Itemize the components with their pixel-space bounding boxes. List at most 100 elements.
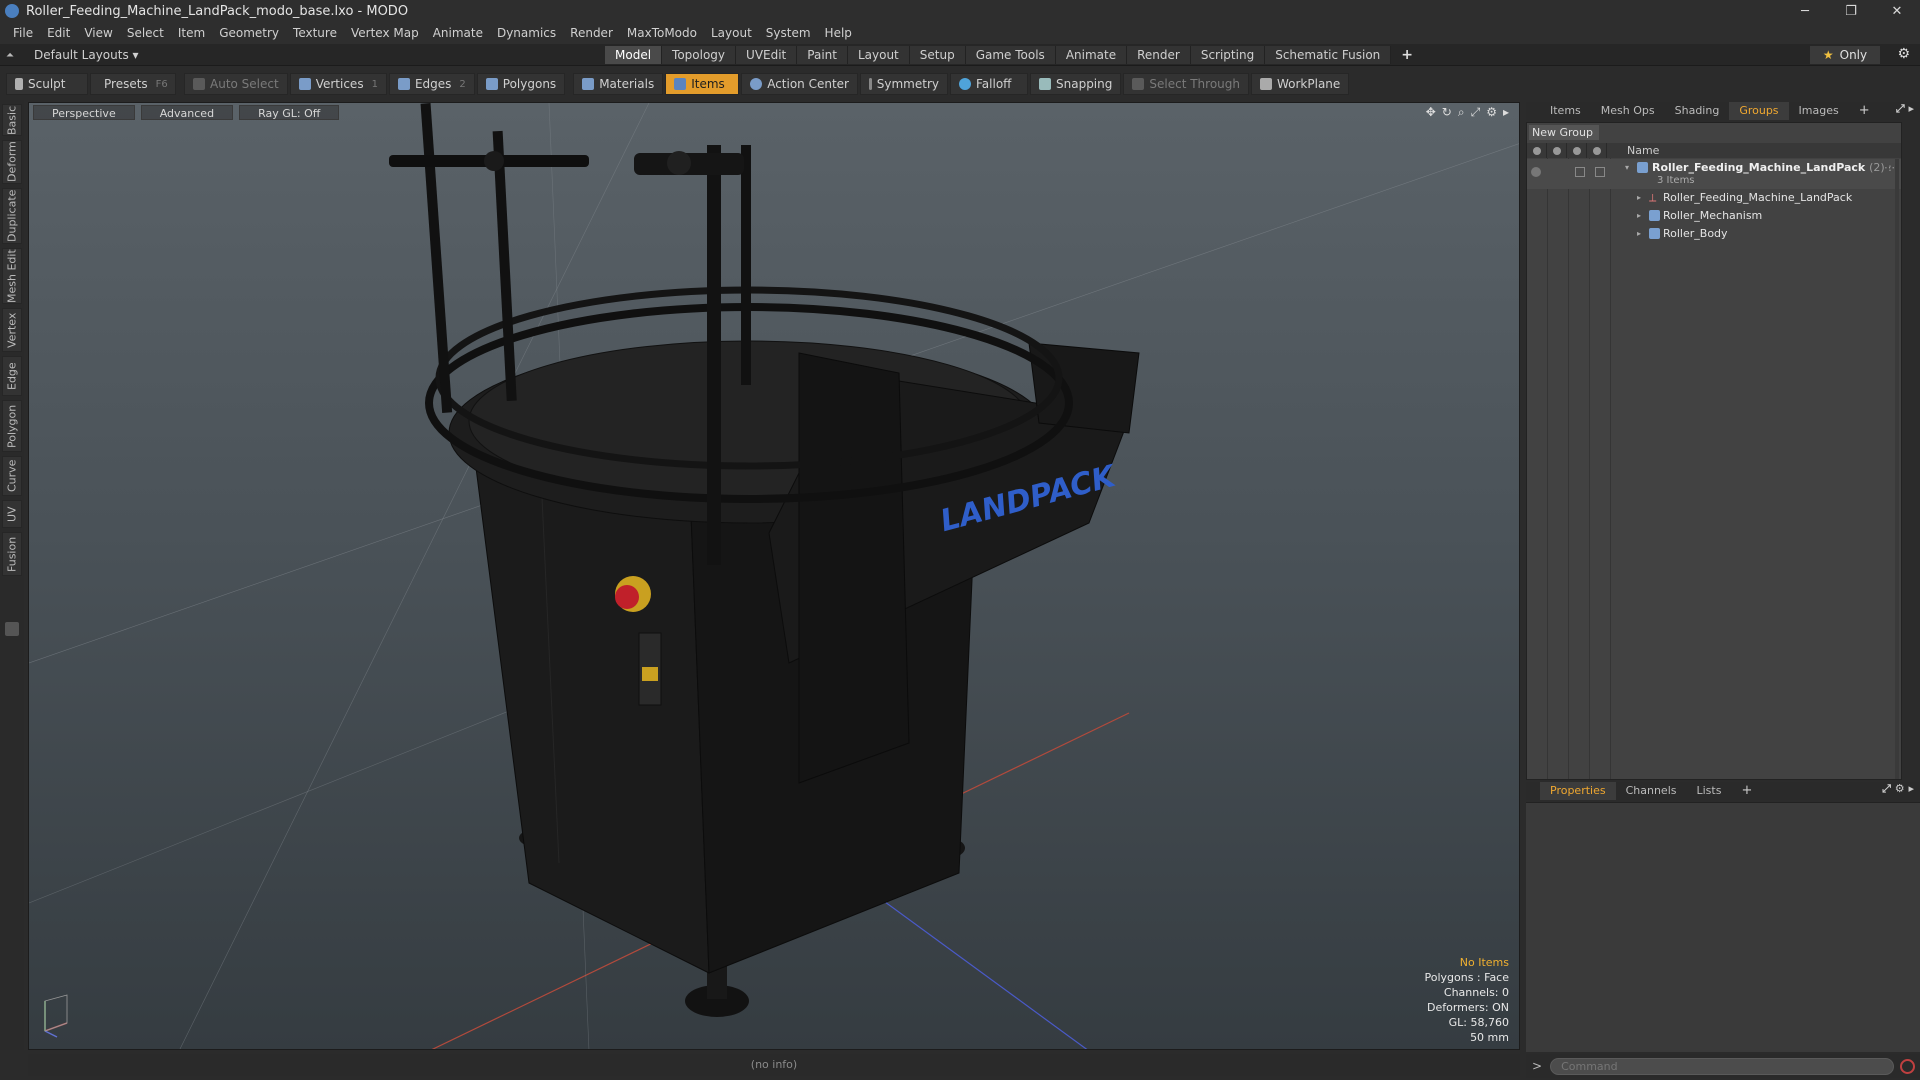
tab-mesh-ops[interactable]: Mesh Ops xyxy=(1591,102,1665,120)
lock-checkbox[interactable] xyxy=(1575,167,1585,177)
raygl-toggle[interactable]: Ray GL: Off xyxy=(239,105,340,120)
expand-triangle-icon[interactable]: ▸ xyxy=(1637,193,1641,202)
perspective-dropdown[interactable]: Perspective xyxy=(33,105,135,120)
tab-channels[interactable]: Channels xyxy=(1616,782,1687,800)
workplane-button[interactable]: WorkPlane xyxy=(1250,73,1350,95)
tree-item[interactable]: ▸ Roller_Body xyxy=(1527,225,1901,243)
rotate-icon[interactable]: ↻ xyxy=(1442,105,1452,120)
tab-scripting[interactable]: Scripting xyxy=(1190,46,1266,64)
tab-edge[interactable]: Edge xyxy=(2,356,22,396)
tab-paint[interactable]: Paint xyxy=(797,46,848,64)
pan-icon[interactable]: ✥ xyxy=(1426,105,1436,120)
command-input[interactable] xyxy=(1550,1057,1895,1075)
close-button[interactable]: ✕ xyxy=(1874,0,1920,22)
tab-shading[interactable]: Shading xyxy=(1665,102,1730,120)
expand-triangle-icon[interactable]: ▸ xyxy=(1637,229,1641,238)
menu-maxtomodo[interactable]: MaxToModo xyxy=(620,26,704,40)
collapse-arrow-icon[interactable]: ⏶ xyxy=(6,50,18,61)
tab-curve[interactable]: Curve xyxy=(2,456,22,496)
menu-render[interactable]: Render xyxy=(563,26,620,40)
menu-vertex-map[interactable]: Vertex Map xyxy=(344,26,426,40)
presets-button[interactable]: Presets F6 xyxy=(90,73,176,95)
menu-help[interactable]: Help xyxy=(818,26,859,40)
materials-button[interactable]: Materials xyxy=(573,73,664,95)
only-toggle[interactable]: ★ Only xyxy=(1810,46,1880,64)
menu-texture[interactable]: Texture xyxy=(286,26,344,40)
minimize-button[interactable]: ─ xyxy=(1782,0,1828,22)
tab-model[interactable]: Model xyxy=(605,46,663,64)
menu-select[interactable]: Select xyxy=(120,26,171,40)
visibility-column[interactable] xyxy=(1527,143,1547,158)
tab-items[interactable]: Items xyxy=(1540,102,1591,120)
render-column[interactable] xyxy=(1547,143,1567,158)
menu-geometry[interactable]: Geometry xyxy=(212,26,286,40)
new-group-button[interactable]: New Group xyxy=(1529,125,1599,140)
symmetry-button[interactable]: Symmetry xyxy=(860,73,948,95)
add-panel-tab-button[interactable]: + xyxy=(1849,102,1880,120)
tab-setup[interactable]: Setup xyxy=(909,46,966,64)
tab-uvedit[interactable]: UVEdit xyxy=(736,46,798,64)
menu-file[interactable]: File xyxy=(6,26,40,40)
maximize-viewport-icon[interactable]: ⤢ xyxy=(1471,105,1481,120)
properties-expand-icon[interactable]: ⤢ ⚙ ▸ xyxy=(1882,782,1914,796)
zoom-icon[interactable]: ⌕ xyxy=(1458,105,1465,120)
shading-dropdown[interactable]: Advanced xyxy=(140,105,234,120)
tab-groups[interactable]: Groups xyxy=(1729,102,1789,120)
tab-duplicate[interactable]: Duplicate xyxy=(2,188,22,244)
gear-icon[interactable]: ⚙ xyxy=(1897,46,1910,62)
menu-system[interactable]: System xyxy=(759,26,818,40)
select-through-button[interactable]: Select Through xyxy=(1123,73,1249,95)
collapse-triangle-icon[interactable]: ▾ xyxy=(1625,163,1629,172)
3d-viewport[interactable]: LANDPACK Perspective Advanced Ray GL: Of… xyxy=(28,102,1520,1050)
menu-view[interactable]: View xyxy=(77,26,119,40)
tab-vertex[interactable]: Vertex xyxy=(2,308,22,352)
record-macro-icon[interactable] xyxy=(1900,1058,1916,1074)
expand-triangle-icon[interactable]: ▸ xyxy=(1637,211,1641,220)
tab-schematic-fusion[interactable]: Schematic Fusion xyxy=(1265,46,1392,64)
tree-item[interactable]: ▸ ⟂ Roller_Feeding_Machine_LandPack xyxy=(1527,189,1901,207)
sculpt-button[interactable]: Sculpt xyxy=(6,73,88,95)
tab-mesh-edit[interactable]: Mesh Edit xyxy=(2,248,22,304)
name-column-header[interactable]: Name xyxy=(1627,144,1659,157)
row-options-icon[interactable]: ⋯ xyxy=(1884,161,1895,174)
tab-uv[interactable]: UV xyxy=(2,500,22,528)
menu-dynamics[interactable]: Dynamics xyxy=(490,26,563,40)
maximize-button[interactable]: ❐ xyxy=(1828,0,1874,22)
menu-animate[interactable]: Animate xyxy=(426,26,490,40)
groups-scrollbar[interactable] xyxy=(1895,159,1899,779)
add-bottom-tab-button[interactable]: + xyxy=(1731,782,1762,800)
menu-edit[interactable]: Edit xyxy=(40,26,77,40)
tab-deform[interactable]: Deform xyxy=(2,140,22,184)
tab-lists[interactable]: Lists xyxy=(1687,782,1732,800)
polygons-button[interactable]: Polygons xyxy=(476,73,566,95)
tab-topology[interactable]: Topology xyxy=(662,46,737,64)
action-center-button[interactable]: Action Center xyxy=(741,73,858,95)
layout-selector[interactable]: ⏶ Default Layouts ▾ xyxy=(6,44,139,66)
tab-fusion[interactable]: Fusion xyxy=(2,532,22,576)
falloff-button[interactable]: Falloff xyxy=(950,73,1028,95)
viewport-settings-icon[interactable]: ⚙ xyxy=(1486,105,1497,120)
snapping-button[interactable]: Snapping xyxy=(1030,73,1122,95)
visibility-toggle[interactable] xyxy=(1531,167,1541,177)
viewport-menu-icon[interactable]: ▸ xyxy=(1503,105,1509,120)
tab-basic[interactable]: Basic xyxy=(2,104,22,136)
panel-expand-icon[interactable]: ⤢ ▸ xyxy=(1896,102,1914,116)
tab-animate[interactable]: Animate xyxy=(1055,46,1128,64)
group-row[interactable]: ▾ Roller_Feeding_Machine_LandPack (2) : … xyxy=(1527,159,1901,189)
menu-layout[interactable]: Layout xyxy=(704,26,759,40)
tab-images[interactable]: Images xyxy=(1789,102,1849,120)
toolbox-toggle-button[interactable] xyxy=(5,622,19,636)
menu-item[interactable]: Item xyxy=(171,26,212,40)
tree-item[interactable]: ▸ Roller_Mechanism xyxy=(1527,207,1901,225)
tab-layout[interactable]: Layout xyxy=(847,46,910,64)
vertices-button[interactable]: Vertices 1 xyxy=(289,73,387,95)
items-button[interactable]: Items xyxy=(665,73,740,95)
tab-render[interactable]: Render xyxy=(1127,46,1191,64)
lock-column[interactable] xyxy=(1567,143,1587,158)
select-checkbox[interactable] xyxy=(1595,167,1605,177)
tab-properties[interactable]: Properties xyxy=(1540,782,1616,800)
select-column[interactable] xyxy=(1587,143,1607,158)
edges-button[interactable]: Edges 2 xyxy=(388,73,475,95)
tab-game-tools[interactable]: Game Tools xyxy=(965,46,1056,64)
tab-polygon[interactable]: Polygon xyxy=(2,400,22,452)
